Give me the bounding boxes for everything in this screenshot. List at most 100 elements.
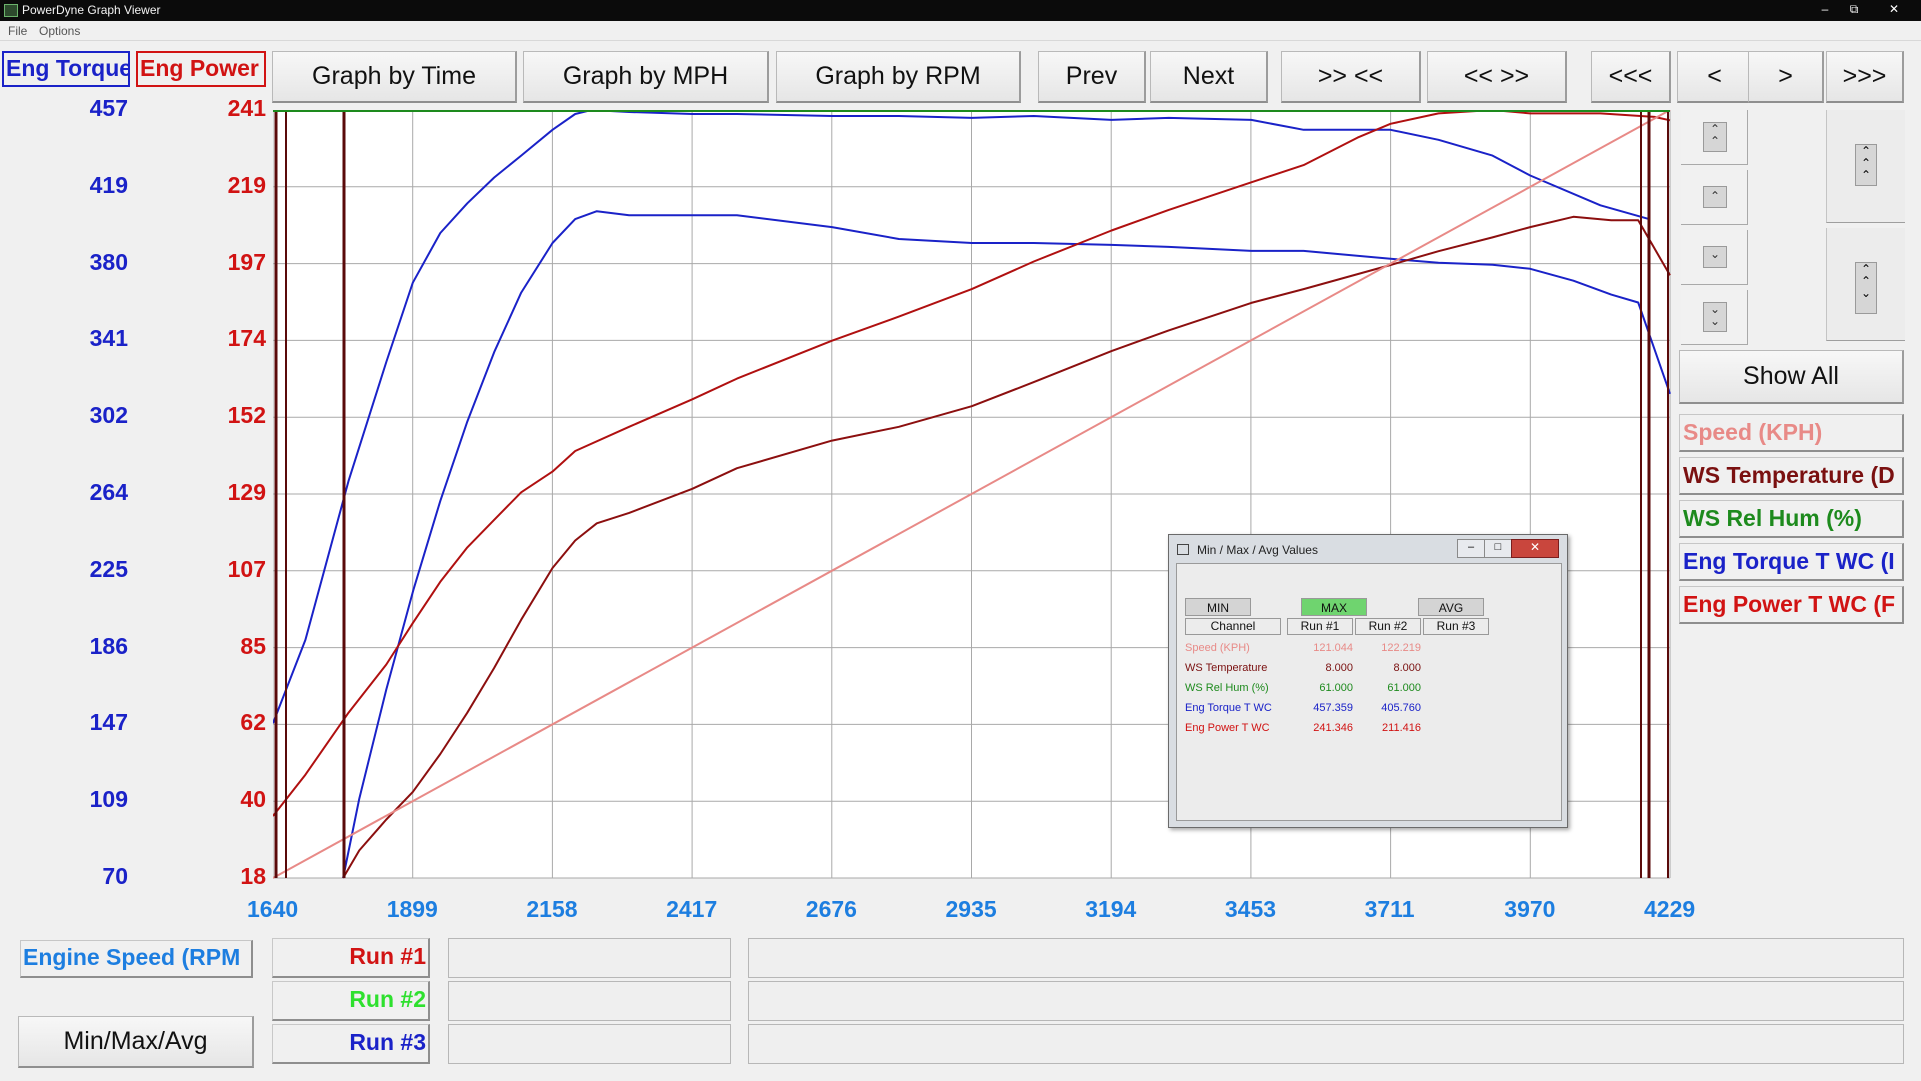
torque-tick-label: 341: [89, 325, 128, 352]
rpm-tick-label: 2417: [666, 896, 718, 922]
min-max-avg-dialog: Min / Max / Avg Values – □ ✕ MIN MAX AVG…: [1168, 534, 1568, 828]
run-label[interactable]: Run #1: [272, 938, 430, 978]
dialog-cell-run2: 211.416: [1382, 722, 1421, 734]
graph-by-mph-button[interactable]: Graph by MPH: [523, 51, 769, 103]
min-max-avg-button[interactable]: Min/Max/Avg: [18, 1016, 254, 1068]
dialog-cell-run2: 8.000: [1393, 662, 1421, 674]
dialog-cell-run2: 122.219: [1381, 642, 1421, 654]
rpm-tick-label: 2935: [945, 896, 997, 922]
legend-item[interactable]: WS Rel Hum (%): [1679, 500, 1904, 538]
rpm-tick-label: 3194: [1085, 896, 1137, 922]
scroll-handle-icon: ⌃ ⌃ ⌃: [1855, 144, 1877, 186]
power-tick-label: 152: [227, 402, 266, 429]
power-tick-label: 107: [227, 555, 266, 582]
col-run3: Run #3: [1423, 618, 1489, 635]
dialog-cell-run1: 241.346: [1313, 722, 1353, 734]
next-button[interactable]: Next: [1150, 51, 1268, 103]
run-label[interactable]: Run #3: [272, 1024, 430, 1064]
power-tick-label: 85: [240, 632, 266, 659]
torque-tick-label: 147: [89, 709, 128, 736]
menu-bar: File Options: [0, 21, 1921, 41]
scroll-up-button[interactable]: ⌃: [1681, 170, 1748, 225]
rpm-tick-label: 1899: [386, 896, 438, 922]
legend-item[interactable]: Eng Power T WC (F: [1679, 586, 1904, 624]
menu-options[interactable]: Options: [39, 24, 80, 38]
power-tick-label: 197: [227, 248, 266, 275]
zoom-in-button[interactable]: >> <<: [1281, 51, 1421, 103]
run-description-box[interactable]: [748, 981, 1904, 1021]
rpm-tick-label: 4229: [1644, 896, 1696, 922]
prev-button[interactable]: Prev: [1038, 51, 1146, 103]
dialog-cell-channel: Speed (KPH): [1185, 642, 1250, 654]
legend-item[interactable]: Eng Torque T WC (I: [1679, 543, 1904, 581]
dialog-cell-run1: 121.044: [1313, 642, 1353, 654]
menu-file[interactable]: File: [8, 24, 27, 38]
show-all-button[interactable]: Show All: [1679, 350, 1904, 404]
window-title: PowerDyne Graph Viewer: [22, 3, 161, 17]
power-axis-selector[interactable]: Eng Power: [136, 51, 266, 87]
restore-icon[interactable]: ⧉: [1841, 0, 1867, 18]
power-tick-label: 241: [227, 95, 266, 121]
last-button[interactable]: >>>: [1826, 51, 1904, 103]
scroll-down-button[interactable]: ⌄: [1681, 230, 1748, 285]
app-icon: [4, 4, 18, 17]
power-tick-label: 129: [227, 479, 266, 505]
double-down-icon: ⌄ ⌄: [1703, 302, 1727, 332]
max-tab[interactable]: MAX: [1301, 598, 1367, 616]
torque-axis-selector[interactable]: Eng Torque: [2, 51, 130, 87]
scroll-bottom-button[interactable]: ⌄ ⌄: [1681, 290, 1748, 345]
x-channel-label[interactable]: Engine Speed (RPM: [20, 940, 253, 978]
rpm-tick-label: 2676: [805, 896, 857, 922]
graph-by-rpm-button[interactable]: Graph by RPM: [776, 51, 1021, 103]
first-button[interactable]: <<<: [1591, 51, 1671, 103]
dialog-icon: [1177, 544, 1189, 555]
run-file-box[interactable]: [448, 938, 731, 978]
rpm-tick-label: 2158: [526, 896, 578, 922]
legend-item[interactable]: WS Temperature (D: [1679, 457, 1904, 495]
scroll-handle-icon: ⌃ ⌃ ⌄: [1855, 262, 1877, 314]
power-tick-label: 18: [240, 863, 266, 889]
dialog-cell-run2: 61.000: [1387, 682, 1421, 694]
torque-tick-label: 225: [89, 555, 128, 582]
dialog-cell-run1: 61.000: [1319, 682, 1353, 694]
torque-tick-label: 264: [89, 479, 128, 505]
channel-scroll-up[interactable]: ⌃ ⌃ ⌃: [1826, 110, 1905, 223]
forward-button[interactable]: >: [1748, 51, 1824, 103]
avg-tab[interactable]: AVG: [1418, 598, 1484, 616]
up-icon: ⌃: [1703, 186, 1727, 208]
scroll-top-button[interactable]: ⌃ ⌃: [1681, 110, 1748, 165]
graph-by-time-button[interactable]: Graph by Time: [272, 51, 517, 103]
col-channel: Channel: [1185, 618, 1281, 635]
torque-tick-label: 186: [89, 632, 128, 659]
run-file-box[interactable]: [448, 1024, 731, 1064]
dialog-cell-run2: 405.760: [1381, 702, 1421, 714]
torque-tick-label: 380: [89, 248, 128, 275]
min-tab[interactable]: MIN: [1185, 598, 1251, 616]
torque-tick-label: 457: [89, 95, 128, 121]
minimize-icon[interactable]: –: [1812, 0, 1838, 18]
power-tick-label: 174: [227, 325, 266, 352]
down-icon: ⌄: [1703, 246, 1727, 268]
dialog-maximize-icon[interactable]: □: [1484, 539, 1512, 558]
dialog-close-icon[interactable]: ✕: [1511, 539, 1559, 558]
rpm-tick-label: 1640: [247, 896, 299, 922]
channel-scroll-down[interactable]: ⌃ ⌃ ⌄: [1826, 228, 1905, 341]
legend-item[interactable]: Speed (KPH): [1679, 414, 1904, 452]
dialog-minimize-icon[interactable]: –: [1457, 539, 1485, 558]
run-description-box[interactable]: [748, 938, 1904, 978]
dialog-cell-channel: Eng Torque T WC: [1185, 702, 1272, 714]
torque-tick-label: 70: [102, 863, 128, 889]
run-description-box[interactable]: [748, 1024, 1904, 1064]
torque-tick-label: 302: [89, 402, 128, 429]
back-button[interactable]: <: [1677, 51, 1753, 103]
torque-tick-label: 109: [89, 786, 128, 813]
dialog-cell-channel: WS Rel Hum (%): [1185, 682, 1269, 694]
rpm-tick-label: 3970: [1504, 896, 1556, 922]
double-up-icon: ⌃ ⌃: [1703, 122, 1727, 152]
zoom-out-button[interactable]: << >>: [1427, 51, 1567, 103]
dialog-cell-run1: 8.000: [1325, 662, 1353, 674]
dialog-title: Min / Max / Avg Values: [1197, 543, 1318, 557]
close-icon[interactable]: ✕: [1870, 0, 1918, 18]
run-label[interactable]: Run #2: [272, 981, 430, 1021]
run-file-box[interactable]: [448, 981, 731, 1021]
